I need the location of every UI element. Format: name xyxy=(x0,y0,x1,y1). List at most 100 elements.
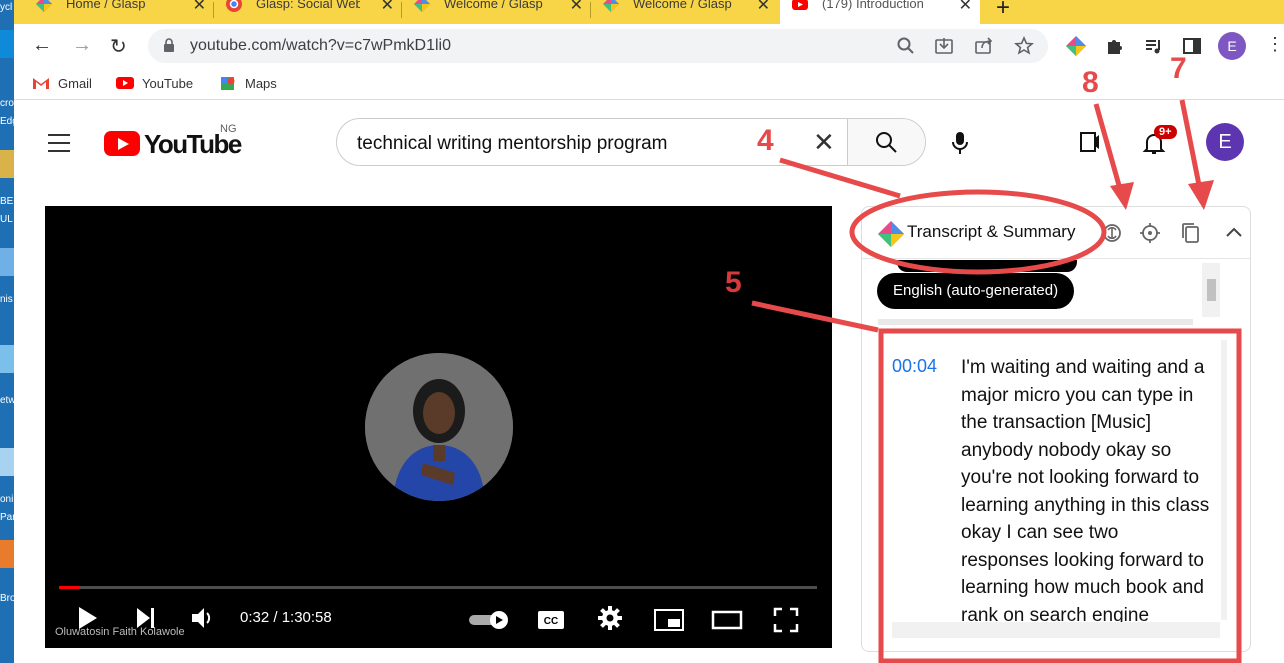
tab-close-icon[interactable]: ✕ xyxy=(757,0,770,15)
scrollbar-thumb[interactable] xyxy=(1207,279,1216,301)
search-button[interactable] xyxy=(847,119,925,165)
search-icon xyxy=(876,132,897,153)
back-icon[interactable]: ← xyxy=(32,34,52,57)
progress-bar[interactable] xyxy=(59,586,817,589)
desktop-label: UL xyxy=(0,214,13,225)
chatgpt-summary-icon[interactable] xyxy=(1100,221,1124,245)
annotation-label-5: 5 xyxy=(725,266,742,299)
bookmark-star-icon[interactable] xyxy=(1014,36,1034,56)
url-text[interactable]: youtube.com/watch?v=c7wPmkD1li0 xyxy=(190,37,451,55)
browser-desktop-icon[interactable] xyxy=(0,540,14,568)
search-box[interactable]: technical writing mentorship program ✕ xyxy=(336,118,926,166)
browser-toolbar: ← → ↻ youtube.com/watch?v=c7wPmkD1li0 E … xyxy=(14,24,1284,68)
glasp-favicon-icon xyxy=(36,0,52,12)
forward-icon[interactable]: → xyxy=(72,34,92,57)
jump-to-current-icon[interactable] xyxy=(1138,221,1162,245)
bookmark-label: Gmail xyxy=(58,76,92,91)
time-display: 0:32 / 1:30:58 xyxy=(240,609,332,626)
video-player[interactable]: 0:32 / 1:30:58 CC Oluwatosin Faith Kolaw… xyxy=(45,206,832,648)
browser-tab[interactable]: Welcome / Glasp ✕ xyxy=(402,0,591,24)
tab-title: Home / Glasp xyxy=(66,0,146,11)
new-tab-button[interactable]: + xyxy=(996,0,1010,22)
bookmark-label: Maps xyxy=(245,76,277,91)
lock-icon xyxy=(164,38,174,52)
install-icon[interactable] xyxy=(934,36,954,56)
tab-title: Welcome / Glasp xyxy=(633,0,732,11)
annotation-label-7: 7 xyxy=(1170,52,1187,85)
glasp-favicon-icon xyxy=(414,0,430,12)
transcript-list: 00:04 I'm waiting and waiting and a majo… xyxy=(884,332,1234,642)
microphone-icon[interactable] xyxy=(950,131,970,155)
youtube-play-logo-icon xyxy=(104,131,140,156)
horizontal-scrollbar-top[interactable] xyxy=(878,319,1193,325)
gmail-icon xyxy=(33,78,49,89)
bookmark-youtube[interactable]: YouTube xyxy=(116,76,193,91)
reload-icon[interactable]: ↻ xyxy=(110,34,127,59)
glasp-extension-icon[interactable] xyxy=(1066,36,1086,56)
fullscreen-icon[interactable] xyxy=(773,607,799,633)
copy-transcript-icon[interactable] xyxy=(1179,221,1203,245)
transcript-timestamp[interactable]: 00:04 xyxy=(892,356,937,377)
browser-tab-active[interactable]: (179) Introduction ✕ xyxy=(780,0,980,24)
volume-icon[interactable] xyxy=(190,605,216,631)
transcript-horizontal-scrollbar[interactable] xyxy=(892,622,1220,638)
edge-desktop-icon[interactable] xyxy=(0,30,14,58)
zoom-search-icon[interactable] xyxy=(896,36,916,56)
maps-icon xyxy=(221,77,235,90)
browser-tab[interactable]: Home / Glasp ✕ xyxy=(24,0,214,24)
youtube-avatar[interactable]: E xyxy=(1206,123,1244,161)
desktop-label: cro xyxy=(0,98,14,109)
transcript-text: I'm waiting and waiting and a major micr… xyxy=(961,357,1210,626)
tab-strip: Home / Glasp ✕ Glasp: Social Web ✕ Welco… xyxy=(14,0,1284,24)
tab-close-icon[interactable]: ✕ xyxy=(959,0,972,15)
country-code: NG xyxy=(220,123,237,135)
language-strip-top xyxy=(897,260,1077,272)
browser-tab[interactable]: Welcome / Glasp ✕ xyxy=(591,0,778,24)
annotation-label-8: 8 xyxy=(1082,66,1099,99)
collapse-chevron-up-icon[interactable] xyxy=(1222,221,1246,245)
control-panel-desktop-icon[interactable] xyxy=(0,448,14,476)
transcript-vertical-scrollbar[interactable] xyxy=(1221,340,1227,620)
miniplayer-icon[interactable] xyxy=(653,608,685,632)
address-bar[interactable]: youtube.com/watch?v=c7wPmkD1li0 xyxy=(148,29,1048,63)
youtube-favicon-icon xyxy=(792,0,808,10)
folder-desktop-icon[interactable] xyxy=(0,150,14,178)
bookmark-maps[interactable]: Maps xyxy=(219,76,277,91)
progress-fill xyxy=(59,586,79,589)
desktop-label: Bro xyxy=(0,593,14,604)
network-desktop-icon[interactable] xyxy=(0,345,14,373)
desktop-label: Edg xyxy=(0,116,14,127)
browser-tab[interactable]: Glasp: Social Web ✕ xyxy=(214,0,402,24)
captions-icon[interactable]: CC xyxy=(537,610,565,630)
language-scrollbar[interactable] xyxy=(1202,263,1220,317)
tab-close-icon[interactable]: ✕ xyxy=(193,0,206,15)
desktop-label: ycl xyxy=(0,2,13,13)
language-button[interactable]: English (auto-generated) xyxy=(877,273,1075,309)
notification-badge: 9+ xyxy=(1154,125,1177,139)
desktop-label: etw xyxy=(0,395,14,406)
tab-close-icon[interactable]: ✕ xyxy=(570,0,583,15)
menu-kebab-icon[interactable]: ⋮ xyxy=(1266,34,1284,55)
create-video-icon[interactable] xyxy=(1080,131,1100,153)
settings-gear-icon[interactable] xyxy=(597,605,623,631)
glasp-favicon-icon xyxy=(603,0,619,12)
annotation-label-4: 4 xyxy=(757,124,774,157)
desktop-icons-strip: ycl cro Edg BE UL nis etw oni Par Bro xyxy=(0,0,14,663)
tab-close-icon[interactable]: ✕ xyxy=(381,0,394,15)
share-icon[interactable] xyxy=(974,36,994,56)
bookmark-gmail[interactable]: Gmail xyxy=(32,76,92,91)
autoplay-toggle-icon[interactable] xyxy=(467,610,511,630)
profile-avatar[interactable]: E xyxy=(1218,32,1246,60)
screenshot-root: { "browser": { "tabs": [ {"title": "Home… xyxy=(0,0,1284,663)
computer-desktop-icon[interactable] xyxy=(0,248,14,276)
youtube-header: YouTube NG technical writing mentorship … xyxy=(14,101,1284,183)
panel-title: Transcript & Summary xyxy=(907,222,1076,241)
desktop-label: Par xyxy=(0,512,14,523)
extensions-puzzle-icon[interactable] xyxy=(1104,36,1124,56)
clear-search-icon[interactable]: ✕ xyxy=(813,127,835,158)
theater-mode-icon[interactable] xyxy=(711,608,743,632)
chrome-favicon-icon xyxy=(226,0,242,12)
search-input[interactable]: technical writing mentorship program xyxy=(357,133,667,155)
hamburger-menu-icon[interactable] xyxy=(48,134,70,152)
media-control-icon[interactable] xyxy=(1144,36,1164,56)
